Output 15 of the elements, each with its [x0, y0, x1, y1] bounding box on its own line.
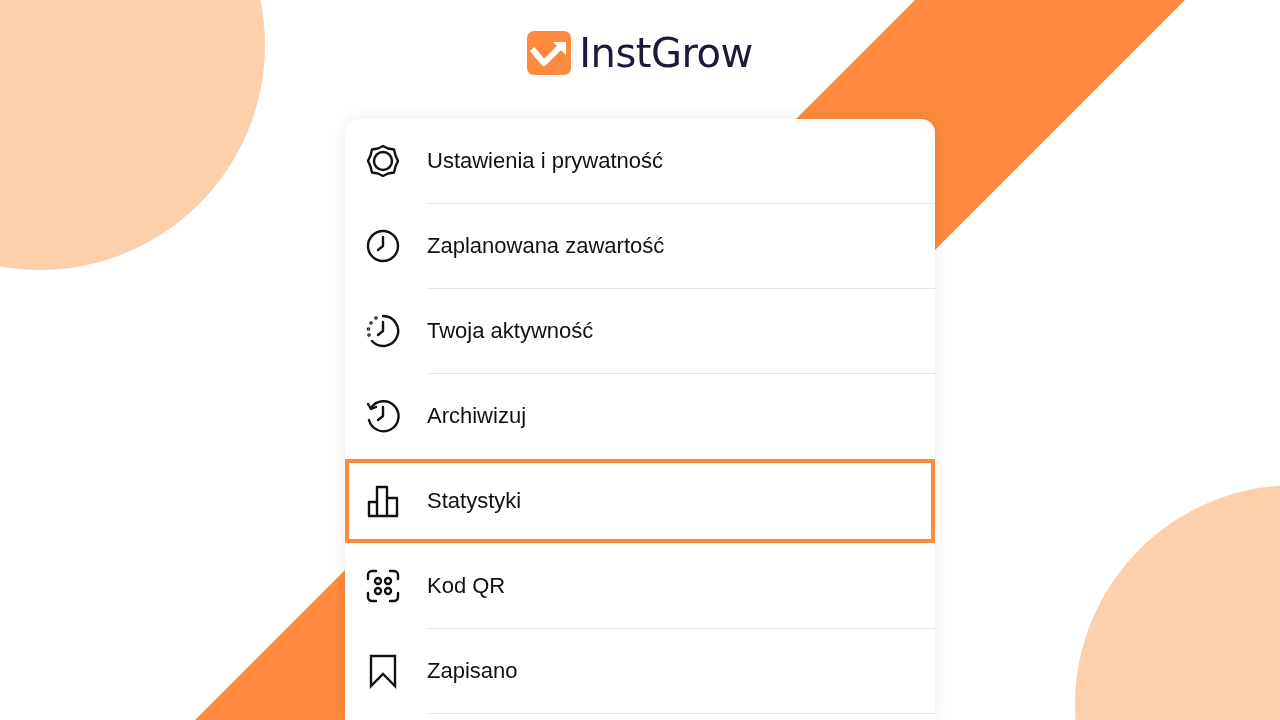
menu-item[interactable]: Zapisano: [345, 629, 935, 713]
menu-item[interactable]: Twoja aktywność: [345, 289, 935, 373]
dotted-clock-icon: [365, 313, 401, 349]
history-icon: [365, 398, 401, 434]
settings-icon: [365, 143, 401, 179]
menu-item[interactable]: Statystyki: [345, 459, 935, 543]
logo-text: InstGrow: [579, 30, 753, 76]
menu-item[interactable]: Ustawienia i prywatność: [345, 119, 935, 203]
menu-item[interactable]: Archiwizuj: [345, 374, 935, 458]
logo-icon: [527, 31, 572, 75]
bar-chart-icon: [365, 483, 401, 519]
menu-item[interactable]: Zaplanowana zawartość: [345, 204, 935, 288]
qr-code-icon: [365, 568, 401, 604]
clock-icon: [365, 228, 401, 264]
menu-item[interactable]: Kod QR: [345, 544, 935, 628]
